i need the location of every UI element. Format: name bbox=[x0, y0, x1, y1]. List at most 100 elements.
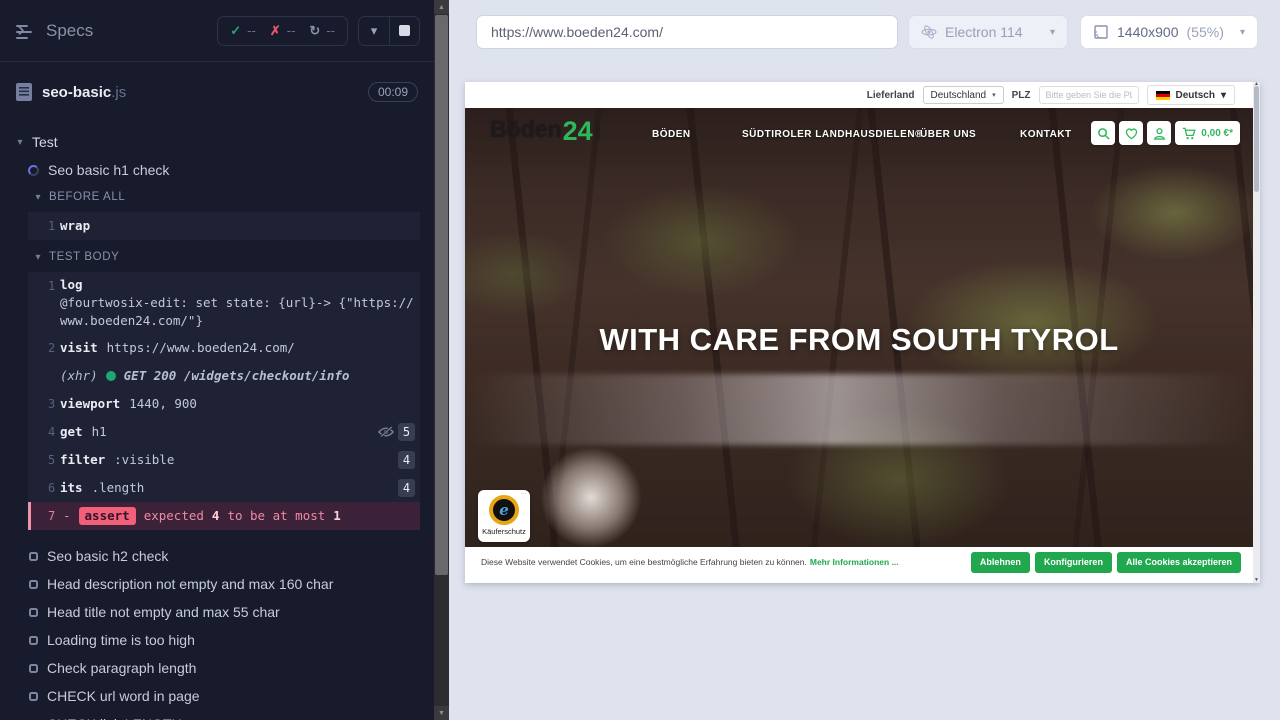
scroll-down-arrow-icon[interactable]: ▼ bbox=[1253, 577, 1260, 583]
suite-test[interactable]: ▾ Test bbox=[0, 128, 434, 156]
viewport-zoom-label: (55%) bbox=[1187, 24, 1224, 40]
site-logo[interactable]: Böden 24 .com bbox=[490, 118, 602, 145]
command-number: 6 bbox=[28, 474, 60, 502]
assert-message: to be at most bbox=[227, 507, 325, 525]
pending-tests-list: Seo basic h2 check Head description not … bbox=[0, 542, 434, 720]
cookie-accept-all-button[interactable]: Alle Cookies akzeptieren bbox=[1117, 552, 1241, 573]
scrollbar-thumb[interactable] bbox=[435, 15, 448, 575]
sidebar-scrollbar[interactable]: ▲ ▼ bbox=[434, 0, 449, 720]
runner-topbar: Electron 114 ▾ 1440x900 (55%) ▾ bbox=[449, 0, 1280, 64]
xhr-label: (xhr) bbox=[60, 367, 98, 385]
nav-item-ueber-uns[interactable]: ÜBER UNS bbox=[920, 129, 976, 140]
pending-box-icon bbox=[29, 664, 38, 673]
url-input[interactable] bbox=[476, 15, 898, 49]
test-title: CHECK url word in page bbox=[47, 688, 200, 704]
plz-input[interactable] bbox=[1039, 86, 1139, 104]
specs-list-toggle-icon[interactable] bbox=[16, 23, 36, 39]
command-args: .length bbox=[92, 479, 145, 497]
chevron-down-icon: ▾ bbox=[32, 252, 44, 263]
command-row-its[interactable]: 6 its .length 4 bbox=[28, 474, 420, 502]
spec-file-row[interactable]: seo-basic .js 00:09 bbox=[0, 70, 434, 114]
site-utility-bar: Lieferland Deutschland ▾ PLZ Deutsch ▾ bbox=[465, 82, 1253, 108]
seal-menu-dots: ... bbox=[521, 491, 526, 496]
pending-test-row[interactable]: Loading time is too high bbox=[0, 626, 434, 654]
pending-test-row[interactable]: Seo basic h2 check bbox=[0, 542, 434, 570]
nav-item-landhausdielen[interactable]: SÜDTIROLER LANDHAUSDIELEN® bbox=[742, 129, 923, 140]
account-button[interactable] bbox=[1147, 121, 1171, 145]
pending-test-row[interactable]: CHECK url word in page bbox=[0, 682, 434, 710]
stop-run-button[interactable] bbox=[389, 17, 419, 45]
command-args: h1 bbox=[92, 423, 107, 441]
command-args: 1440, 900 bbox=[129, 395, 197, 413]
specs-title: Specs bbox=[46, 21, 93, 41]
command-number: 7 bbox=[31, 502, 63, 530]
pending-test-row[interactable]: Head title not empty and max 55 char bbox=[0, 598, 434, 626]
command-row-visit[interactable]: 2 visit https://www.boeden24.com/ bbox=[28, 334, 420, 362]
command-row-filter[interactable]: 5 filter :visible 4 bbox=[28, 446, 420, 474]
lieferland-value: Deutschland bbox=[931, 90, 987, 101]
pending-test-row[interactable]: Head description not empty and max 160 c… bbox=[0, 570, 434, 598]
before-all-section[interactable]: ▾ BEFORE ALL bbox=[0, 184, 434, 210]
scroll-behavior-button[interactable]: ▾ bbox=[359, 17, 389, 45]
site-scrollbar[interactable]: ▲ ▼ bbox=[1253, 82, 1260, 583]
chevron-down-icon: ▾ bbox=[1221, 90, 1226, 101]
failed-count: -- bbox=[287, 23, 296, 38]
german-flag-icon bbox=[1156, 91, 1170, 100]
pending-test-row[interactable]: CHECK link LENGTH bbox=[0, 710, 434, 720]
element-count-badge: 4 bbox=[398, 451, 415, 469]
test-tree: ▾ Test Seo basic h1 check ▾ BEFORE ALL 1… bbox=[0, 114, 434, 720]
command-row-viewport[interactable]: 3 viewport 1440, 900 bbox=[28, 390, 420, 418]
restart-count: -- bbox=[326, 23, 335, 38]
wishlist-button[interactable] bbox=[1119, 121, 1143, 145]
trusted-shops-seal[interactable]: ... e Käuferschutz bbox=[478, 490, 530, 542]
before-all-commands: 1 wrap bbox=[28, 212, 420, 240]
assert-expected-value: 1 bbox=[333, 507, 341, 525]
scroll-down-arrow-icon[interactable]: ▼ bbox=[434, 706, 449, 720]
test-body-commands: 1 log @fourtwosix-edit: set state: {url}… bbox=[28, 272, 420, 530]
command-args: https://www.boeden24.com/ bbox=[107, 339, 295, 357]
electron-icon bbox=[921, 24, 937, 40]
spec-file-icon bbox=[16, 83, 32, 101]
scroll-up-arrow-icon[interactable]: ▲ bbox=[434, 0, 449, 14]
plz-label: PLZ bbox=[1012, 90, 1031, 101]
command-row-assert-failed[interactable]: 7 - assert expected 4 to be at most 1 bbox=[28, 502, 420, 530]
cart-icon bbox=[1182, 127, 1196, 140]
running-test-row[interactable]: Seo basic h1 check bbox=[0, 156, 434, 184]
nav-item-boeden[interactable]: BÖDEN bbox=[652, 129, 691, 140]
cookie-decline-button[interactable]: Ablehnen bbox=[971, 552, 1030, 573]
lieferland-select[interactable]: Deutschland ▾ bbox=[923, 86, 1004, 104]
command-row-xhr[interactable]: (xhr) GET 200 /widgets/checkout/info bbox=[28, 362, 420, 390]
command-name: get bbox=[60, 423, 83, 441]
chevron-down-icon: ▾ bbox=[992, 91, 996, 99]
cookie-more-info-link[interactable]: Mehr Informationen ... bbox=[810, 557, 899, 567]
chevron-down-icon: ▾ bbox=[14, 137, 26, 148]
spec-name: seo-basic bbox=[42, 84, 111, 101]
viewport-scale-icon bbox=[1093, 24, 1109, 40]
viewport-selector[interactable]: 1440x900 (55%) ▾ bbox=[1080, 15, 1258, 49]
cart-button[interactable]: 0,00 €* bbox=[1175, 121, 1240, 145]
cart-total: 0,00 €* bbox=[1201, 128, 1233, 139]
pending-box-icon bbox=[29, 692, 38, 701]
running-spinner-icon bbox=[28, 165, 39, 176]
test-body-section[interactable]: ▾ TEST BODY bbox=[0, 244, 434, 270]
command-name: its bbox=[60, 479, 83, 497]
scrollbar-thumb[interactable] bbox=[1254, 86, 1259, 192]
site-header: Böden 24 .com BÖDEN SÜDTIROLER LANDHAUSD… bbox=[465, 115, 1253, 159]
user-icon bbox=[1153, 127, 1166, 140]
viewport-size-label: 1440x900 bbox=[1117, 24, 1179, 40]
search-button[interactable] bbox=[1091, 121, 1115, 145]
command-row-wrap[interactable]: 1 wrap bbox=[28, 212, 420, 240]
pending-test-row[interactable]: Check paragraph length bbox=[0, 654, 434, 682]
command-row-log[interactable]: 1 log @fourtwosix-edit: set state: {url}… bbox=[28, 272, 420, 334]
command-row-get[interactable]: 4 get h1 5 bbox=[28, 418, 420, 446]
chevron-down-icon: ▾ bbox=[1240, 27, 1245, 38]
browser-selector[interactable]: Electron 114 ▾ bbox=[908, 15, 1068, 49]
sidebar-header: Specs ✓ -- ✗ -- ↻ -- ▾ bbox=[0, 0, 434, 62]
nav-item-kontakt[interactable]: KONTAKT bbox=[1020, 129, 1072, 140]
cookie-configure-button[interactable]: Konfigurieren bbox=[1035, 552, 1112, 573]
language-selector[interactable]: Deutsch ▾ bbox=[1147, 85, 1235, 105]
section-label: BEFORE ALL bbox=[49, 191, 125, 203]
command-number: 5 bbox=[28, 446, 60, 474]
cypress-reporter-sidebar: Specs ✓ -- ✗ -- ↻ -- ▾ bbox=[0, 0, 434, 720]
command-name: log bbox=[60, 276, 83, 294]
